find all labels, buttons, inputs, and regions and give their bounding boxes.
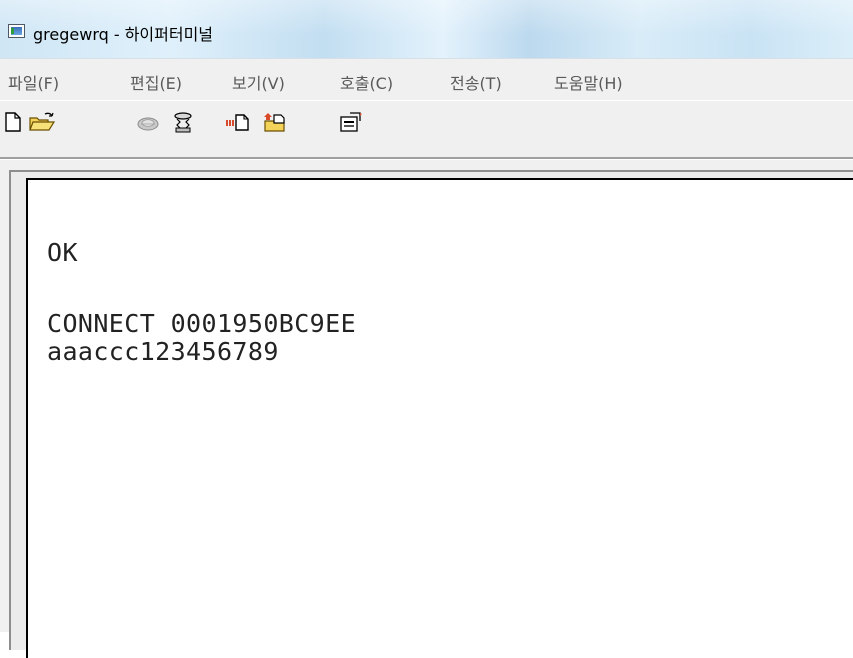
phone-disconnect-icon[interactable] xyxy=(171,111,195,133)
terminal-line: aaaccc123456789 xyxy=(47,337,279,366)
menu-bar: 파일(F) 편집(E) 보기(V) 호출(C) 전송(T) 도움말(H) xyxy=(0,58,853,101)
title-bar[interactable]: gregewrq - 하이퍼터미널 xyxy=(0,0,853,58)
menu-view[interactable]: 보기(V) xyxy=(232,70,285,94)
client-area: OK CONNECT 0001950BC9EE aaaccc123456789 xyxy=(0,160,853,658)
menu-file[interactable]: 파일(F) xyxy=(8,70,59,94)
terminal-line: OK xyxy=(47,238,78,267)
receive-file-icon[interactable] xyxy=(262,111,288,133)
window-title: gregewrq - 하이퍼터미널 xyxy=(33,25,214,44)
menu-call[interactable]: 호출(C) xyxy=(340,70,393,94)
properties-icon[interactable] xyxy=(338,111,364,133)
menu-help[interactable]: 도움말(H) xyxy=(554,70,623,94)
toolbar xyxy=(0,100,853,159)
send-file-icon[interactable] xyxy=(224,111,252,133)
menu-transfer[interactable]: 전송(T) xyxy=(450,70,502,94)
terminal-app-icon[interactable] xyxy=(8,24,25,38)
menu-edit[interactable]: 편집(E) xyxy=(130,70,182,94)
open-folder-icon[interactable] xyxy=(28,111,56,133)
terminal-screen[interactable]: OK CONNECT 0001950BC9EE aaaccc123456789 xyxy=(26,178,853,658)
terminal-line: CONNECT 0001950BC9EE xyxy=(47,309,357,338)
phone-dial-icon[interactable] xyxy=(136,111,160,133)
new-document-icon[interactable] xyxy=(2,111,24,133)
